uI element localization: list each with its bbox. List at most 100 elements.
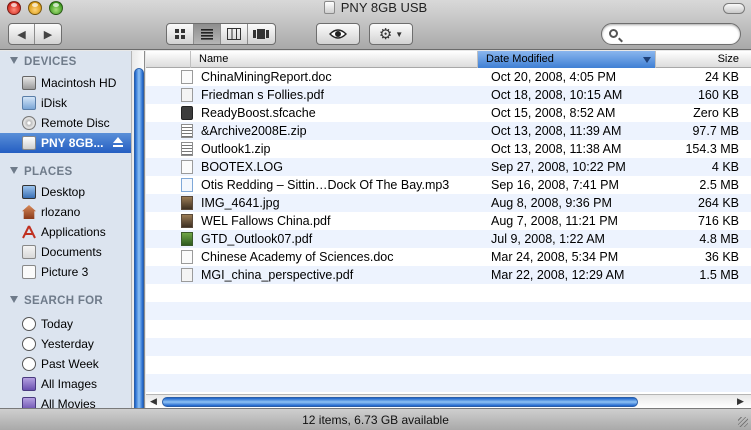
sidebar-header-places: PLACES bbox=[24, 166, 73, 178]
sidebar-item-label: Today bbox=[41, 317, 74, 331]
column-header-date-modified[interactable]: Date Modified bbox=[478, 51, 656, 68]
back-arrow-icon: ◀ bbox=[17, 28, 26, 41]
idisk-icon bbox=[22, 96, 36, 110]
sidebar-item-label: Past Week bbox=[41, 357, 99, 371]
column-header-name[interactable]: Name bbox=[191, 51, 478, 68]
sidebar-item-applications[interactable]: Applications bbox=[0, 222, 131, 242]
sidebar-scrollbar[interactable] bbox=[131, 51, 144, 408]
column-header-label: Date Modified bbox=[486, 53, 554, 65]
sidebar-item-picture-3[interactable]: Picture 3 bbox=[0, 262, 131, 282]
sidebar-item-macintosh-hd[interactable]: Macintosh HD bbox=[0, 73, 131, 93]
back-button[interactable]: ◀ bbox=[9, 24, 36, 44]
file-row[interactable]: Friedman s Follies.pdf Oct 18, 2008, 10:1… bbox=[146, 86, 751, 104]
sidebar-item-all-images[interactable]: All Images bbox=[0, 374, 131, 394]
column-header-spacer bbox=[146, 51, 191, 68]
sidebar-item-label: Applications bbox=[41, 225, 106, 239]
horizontal-scroll-thumb[interactable] bbox=[162, 397, 638, 407]
eye-icon bbox=[329, 29, 347, 39]
file-row[interactable]: ChinaMiningReport.doc Oct 20, 2008, 4:05 … bbox=[146, 68, 751, 86]
file-row[interactable]: Outlook1.zip Oct 13, 2008, 11:38 AM 154.3 … bbox=[146, 140, 751, 158]
file-name: &Archive2008E.zip bbox=[201, 124, 307, 138]
column-view-icon bbox=[227, 28, 241, 40]
status-bar: 12 items, 6.73 GB available bbox=[0, 408, 751, 430]
file-size: 4 KB bbox=[711, 160, 739, 174]
file-row[interactable]: GTD_Outlook07.pdf Jul 9, 2008, 1:22 AM 4.8… bbox=[146, 230, 751, 248]
cover-flow-view-button[interactable] bbox=[248, 24, 275, 44]
horizontal-scrollbar[interactable]: ◀ ▶ bbox=[146, 394, 751, 408]
quick-look-button[interactable] bbox=[316, 23, 360, 45]
sidebar-item-all-movies[interactable]: All Movies bbox=[0, 394, 131, 408]
scroll-right-icon[interactable]: ▶ bbox=[737, 396, 744, 407]
action-menu-button[interactable]: ⚙ ▼ bbox=[369, 23, 413, 45]
column-view-button[interactable] bbox=[221, 24, 248, 44]
sidebar-item-remote-disc[interactable]: Remote Disc bbox=[0, 113, 131, 133]
resize-grip-icon[interactable] bbox=[738, 417, 748, 427]
usb-drive-icon bbox=[323, 1, 335, 14]
sidebar-item-idisk[interactable]: iDisk bbox=[0, 93, 131, 113]
cover-flow-icon bbox=[253, 29, 270, 39]
sidebar-item-yesterday[interactable]: Yesterday bbox=[0, 334, 131, 354]
file-row[interactable]: Otis Redding – Sittin…Dock Of The Bay.mp… bbox=[146, 176, 751, 194]
picture-file-icon bbox=[22, 265, 36, 279]
file-row[interactable]: ReadyBoost.sfcache Oct 15, 2008, 8:52 AM Z… bbox=[146, 104, 751, 122]
sidebar-section-search-for[interactable]: SEARCH FOR bbox=[10, 295, 103, 307]
window-title: PNY 8GB USB bbox=[0, 0, 751, 16]
column-header-size[interactable]: Size bbox=[656, 51, 751, 68]
sidebar-item-label: rlozano bbox=[41, 205, 81, 219]
eject-icon[interactable] bbox=[113, 137, 123, 148]
sidebar-item-label: Macintosh HD bbox=[41, 76, 117, 90]
sidebar-item-label: Desktop bbox=[41, 185, 86, 199]
file-row[interactable]: Chinese Academy of Sciences.doc Mar 24, 2… bbox=[146, 248, 751, 266]
file-size: 154.3 MB bbox=[685, 142, 739, 156]
home-icon bbox=[22, 205, 36, 219]
file-size: 160 KB bbox=[697, 88, 739, 102]
file-date: Sep 16, 2008, 7:41 PM bbox=[491, 178, 619, 192]
file-row[interactable]: WEL Fallows China.pdf Aug 7, 2008, 11:21 … bbox=[146, 212, 751, 230]
file-size: 2.5 MB bbox=[699, 178, 739, 192]
sidebar-header-devices: DEVICES bbox=[24, 56, 77, 68]
scroll-left-icon[interactable]: ◀ bbox=[150, 396, 157, 407]
toolbar-toggle-button[interactable] bbox=[723, 3, 745, 14]
file-date: Oct 13, 2008, 11:38 AM bbox=[491, 142, 622, 156]
file-size: Zero KB bbox=[693, 106, 739, 120]
pdf-file-icon bbox=[181, 268, 193, 282]
file-name: WEL Fallows China.pdf bbox=[201, 214, 331, 228]
file-rows: ChinaMiningReport.doc Oct 20, 2008, 4:05 … bbox=[146, 68, 751, 392]
search-field[interactable] bbox=[601, 23, 741, 45]
file-size: 24 KB bbox=[704, 70, 739, 84]
sidebar-item-today[interactable]: Today bbox=[0, 314, 131, 334]
list-view-icon bbox=[201, 29, 213, 40]
sidebar-item-label: All Images bbox=[41, 377, 98, 391]
sidebar-item-documents[interactable]: Documents bbox=[0, 242, 131, 262]
sidebar-item-label: Yesterday bbox=[41, 337, 94, 351]
sidebar-item-pny-usb[interactable]: PNY 8GB... bbox=[0, 133, 131, 153]
file-row[interactable]: MGI_china_perspective.pdf Mar 22, 2008, 1… bbox=[146, 266, 751, 284]
icon-view-button[interactable] bbox=[167, 24, 194, 44]
zip-file-icon bbox=[181, 142, 193, 156]
file-size: 716 KB bbox=[697, 214, 739, 228]
file-date: Mar 22, 2008, 12:29 AM bbox=[491, 268, 625, 282]
file-name: ChinaMiningReport.doc bbox=[201, 70, 332, 84]
sidebar-section-places[interactable]: PLACES bbox=[10, 166, 72, 178]
disclosure-triangle-icon bbox=[10, 57, 18, 64]
file-date: Sep 27, 2008, 10:22 PM bbox=[491, 160, 626, 174]
audio-file-icon bbox=[181, 178, 193, 192]
sidebar-item-past-week[interactable]: Past Week bbox=[0, 354, 131, 374]
empty-row bbox=[146, 284, 751, 302]
forward-button[interactable]: ▶ bbox=[35, 24, 61, 44]
sidebar-item-rlozano[interactable]: rlozano bbox=[0, 202, 131, 222]
sidebar-section-devices[interactable]: DEVICES bbox=[10, 56, 77, 68]
file-row[interactable]: &Archive2008E.zip Oct 13, 2008, 11:39 AM 9… bbox=[146, 122, 751, 140]
file-row[interactable]: BOOTEX.LOG Sep 27, 2008, 10:22 PM 4 KB bbox=[146, 158, 751, 176]
search-input[interactable] bbox=[624, 26, 734, 42]
file-size: 97.7 MB bbox=[692, 124, 739, 138]
doc-file-icon bbox=[181, 250, 193, 264]
list-view-button[interactable] bbox=[194, 24, 221, 44]
file-date: Oct 13, 2008, 11:39 AM bbox=[491, 124, 622, 138]
window-title-text: PNY 8GB USB bbox=[340, 0, 428, 15]
sidebar-item-desktop[interactable]: Desktop bbox=[0, 182, 131, 202]
sidebar-scroll-thumb[interactable] bbox=[134, 68, 144, 408]
file-row[interactable]: IMG_4641.jpg Aug 8, 2008, 9:36 PM 264 KB bbox=[146, 194, 751, 212]
chevron-down-icon: ▼ bbox=[395, 29, 404, 39]
empty-row bbox=[146, 374, 751, 392]
